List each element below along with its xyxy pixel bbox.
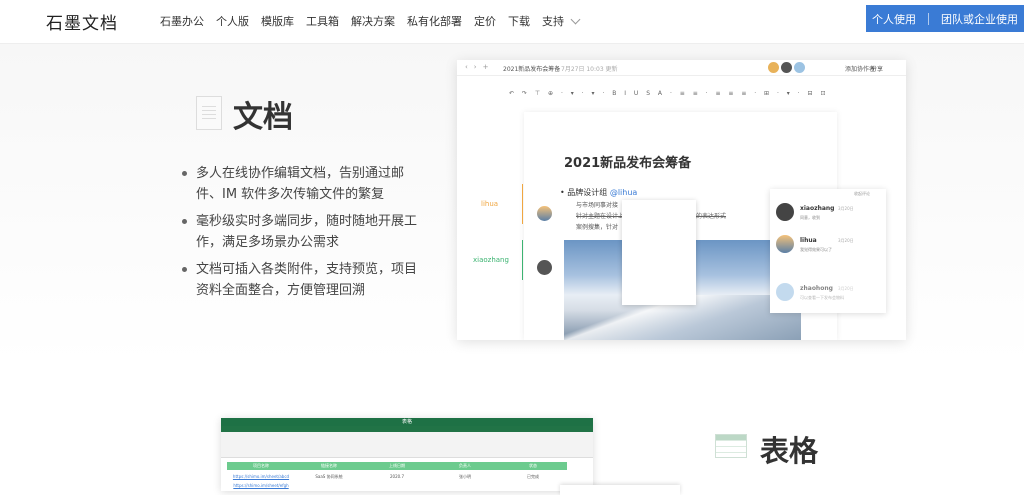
avatar bbox=[537, 206, 552, 221]
table-cell: SaaS 协同系统 bbox=[315, 474, 343, 479]
personal-use-button[interactable]: 个人使用 bbox=[872, 11, 916, 27]
editor-saved-time: 7月27日 10:03 更新 bbox=[561, 66, 618, 73]
sheet-header-row: 项目名称 链接名称 上线日期 负责人 状态 bbox=[227, 462, 567, 470]
editor-toolbar-icons: ↶ ↷ ⊤ ⊕ · ▾ · ▾ · B I U S A · ≡ ≡ · ≡ ≡ … bbox=[509, 90, 829, 97]
table-row: https://shimo.im/sheet/efgh bbox=[227, 481, 567, 490]
margin-bar bbox=[522, 240, 523, 280]
spreadsheet-icon bbox=[715, 434, 747, 458]
avatar bbox=[781, 62, 792, 73]
comment-text: 可以查看一下发布会物料 bbox=[800, 295, 844, 300]
sheet-ribbon bbox=[221, 432, 593, 458]
sheet-titlebar: 表格 bbox=[221, 418, 593, 426]
page-title: 2021新品发布会筹备 bbox=[564, 156, 692, 171]
chevron-down-icon bbox=[570, 14, 581, 25]
heading-text: 品牌设计组 bbox=[567, 188, 608, 197]
table-cell: https://shimo.im/sheet/efgh bbox=[233, 483, 289, 488]
table-cell: https://shimo.im/sheet/abcd bbox=[232, 474, 290, 479]
table-cell: 张小明 bbox=[459, 474, 471, 479]
nav-item-tools[interactable]: 工具箱 bbox=[306, 13, 339, 29]
sheet-header-cell: 项目名称 bbox=[253, 463, 269, 468]
collapse-comments: 收起评论 bbox=[854, 191, 870, 196]
share-button: 分享 bbox=[871, 66, 884, 73]
margin-name-lihua: lihua bbox=[481, 200, 499, 208]
nav-item-solutions[interactable]: 解决方案 bbox=[351, 13, 395, 29]
top-nav: 石墨文档 石墨办公 个人版 模版库 工具箱 解决方案 私有化部署 定价 下载 支… bbox=[0, 0, 1024, 44]
back-forward-icon: ‹›+ bbox=[465, 63, 495, 71]
mention-popup bbox=[622, 200, 696, 305]
sheet-header-cell: 状态 bbox=[529, 463, 537, 468]
avatar bbox=[794, 62, 805, 73]
feature-item: 多人在线协作编辑文档，告别通过邮件、IM 软件多次传输文件的繁复 bbox=[182, 163, 422, 205]
doc-feature-list: 多人在线协作编辑文档，告别通过邮件、IM 软件多次传输文件的繁复 毫秒级实时多端… bbox=[182, 163, 422, 307]
sheet-header-cell: 负责人 bbox=[459, 463, 471, 468]
comment-panel: 收起评论 xiaozhang 3月20日 同意，收到 lihua 3月20日 我… bbox=[770, 189, 886, 313]
comment-item: xiaozhang 3月20日 同意，收到 bbox=[776, 203, 882, 237]
editor-doc-name: 2021新品发布会筹备 bbox=[503, 66, 561, 73]
sheet-preview: 表格 项目名称 链接名称 上线日期 负责人 状态 https://shimo.i… bbox=[221, 418, 593, 491]
collaborator-avatars bbox=[768, 62, 805, 73]
sub-item: 与市场同事对接 bbox=[576, 202, 619, 209]
comment-author: zhaohong bbox=[800, 285, 833, 292]
table-cell: 2020.7 bbox=[390, 474, 404, 479]
nav-item-private[interactable]: 私有化部署 bbox=[407, 13, 462, 29]
comment-date: 3月20日 bbox=[838, 238, 854, 243]
comment-item: lihua 3月20日 我觉得效果可以了 bbox=[776, 235, 882, 269]
comment-date: 3月20日 bbox=[838, 286, 854, 291]
nav-item-personal[interactable]: 个人版 bbox=[216, 13, 249, 29]
avatar bbox=[776, 283, 794, 301]
comment-text: 我觉得效果可以了 bbox=[800, 247, 832, 252]
comment-author: xiaozhang bbox=[800, 205, 835, 212]
comment-author: lihua bbox=[800, 237, 817, 244]
nav-item-support[interactable]: 支持 bbox=[542, 13, 581, 29]
avatar bbox=[776, 203, 794, 221]
nav-item-download[interactable]: 下载 bbox=[508, 13, 530, 29]
comment-text: 同意，收到 bbox=[800, 215, 820, 220]
table-cell: 已完成 bbox=[527, 474, 539, 479]
comment-item: zhaohong 3月20日 可以查看一下发布会物料 bbox=[776, 283, 882, 317]
margin-bar bbox=[522, 184, 523, 224]
avatar bbox=[768, 62, 779, 73]
sheet-preview-overlay bbox=[560, 485, 680, 495]
mention: @lihua bbox=[609, 188, 638, 197]
sheet-section-title: 表格 bbox=[760, 434, 819, 468]
sheet-header-cell: 上线日期 bbox=[389, 463, 405, 468]
cta-divider bbox=[928, 12, 929, 25]
table-cell bbox=[295, 481, 363, 490]
document-icon bbox=[196, 96, 222, 130]
feature-item: 文档可插入各类附件，支持预览，项目资料全面整合，方便管理回溯 bbox=[182, 259, 422, 301]
sub-item: 案例搜集，针对 bbox=[576, 224, 619, 231]
avatar bbox=[776, 235, 794, 253]
table-row: https://shimo.im/sheet/abcd SaaS 协同系统 20… bbox=[227, 472, 567, 481]
page-heading: • 品牌设计组 @lihua bbox=[560, 188, 638, 197]
margin-name-xiaozhang: xiaozhang bbox=[473, 256, 509, 264]
team-use-button[interactable]: 团队或企业使用 bbox=[941, 11, 1018, 27]
cta-group: 个人使用 团队或企业使用 bbox=[866, 5, 1024, 32]
table-cell bbox=[431, 481, 499, 490]
feature-item: 毫秒级实时多端同步，随时随地开展工作，满足多场景办公需求 bbox=[182, 211, 422, 253]
logo[interactable]: 石墨文档 bbox=[46, 9, 118, 34]
nav-item-pricing[interactable]: 定价 bbox=[474, 13, 496, 29]
avatar bbox=[537, 260, 552, 275]
nav-item-support-label: 支持 bbox=[542, 15, 564, 28]
comment-date: 3月20日 bbox=[838, 206, 854, 211]
table-cell bbox=[499, 481, 567, 490]
nav-item-office[interactable]: 石墨办公 bbox=[160, 13, 204, 29]
doc-section-title: 文档 bbox=[233, 100, 293, 135]
main-menu: 石墨办公 个人版 模版库 工具箱 解决方案 私有化部署 定价 下载 支持 bbox=[160, 13, 581, 29]
table-cell bbox=[363, 481, 431, 490]
sheet-header-cell: 链接名称 bbox=[321, 463, 337, 468]
nav-item-templates[interactable]: 模版库 bbox=[261, 13, 294, 29]
editor-titlebar: ‹›+ 2021新品发布会筹备 7月27日 10:03 更新 添加协作者 分享 bbox=[457, 60, 906, 76]
